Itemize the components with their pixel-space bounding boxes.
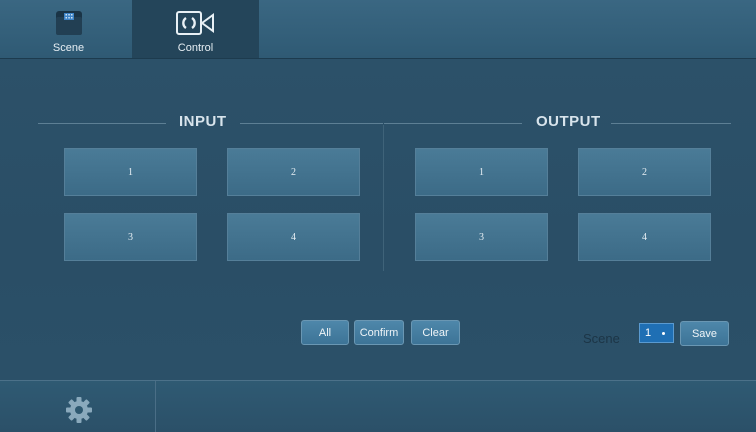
input-rule-left: [38, 123, 166, 124]
clear-button[interactable]: Clear: [411, 320, 460, 345]
output-rule-right: [611, 123, 731, 124]
gear-icon[interactable]: [64, 395, 94, 430]
scene-select[interactable]: 1: [639, 323, 674, 343]
scene-label: Scene: [583, 331, 620, 346]
tab-control[interactable]: Control: [132, 0, 259, 58]
control-panel: INPUT OUTPUT 1 2 3 4 1 2 3 4 All Confirm…: [0, 59, 756, 379]
bottom-bar: [0, 380, 756, 432]
tab-control-label: Control: [177, 42, 214, 54]
tab-scene-label: Scene: [52, 42, 85, 54]
confirm-button[interactable]: Confirm: [354, 320, 404, 345]
input-button-3[interactable]: 3: [64, 213, 197, 261]
scene-select-value: 1: [645, 327, 652, 339]
scene-grid-folder-icon: [54, 9, 84, 40]
output-rule-left: [384, 123, 522, 124]
input-button-2[interactable]: 2: [227, 148, 360, 196]
bottom-divider: [155, 381, 156, 432]
save-button[interactable]: Save: [680, 321, 729, 346]
output-button-3[interactable]: 3: [415, 213, 548, 261]
output-button-2[interactable]: 2: [578, 148, 711, 196]
input-rule-right: [240, 123, 383, 124]
input-button-4[interactable]: 4: [227, 213, 360, 261]
input-title: INPUT: [179, 113, 227, 130]
app-window: Scene Control INPUT OUTPUT 1 2 3 4 1 2 3…: [0, 0, 756, 432]
input-button-1[interactable]: 1: [64, 148, 197, 196]
output-button-1[interactable]: 1: [415, 148, 548, 196]
control-camera-icon: [175, 9, 216, 40]
section-divider: [383, 125, 384, 271]
all-button[interactable]: All: [301, 320, 349, 345]
output-title: OUTPUT: [536, 113, 601, 130]
dropdown-indicator-icon: [662, 332, 665, 335]
output-button-4[interactable]: 4: [578, 213, 711, 261]
top-tab-bar: Scene Control: [0, 0, 756, 59]
tab-scene[interactable]: Scene: [5, 0, 132, 58]
